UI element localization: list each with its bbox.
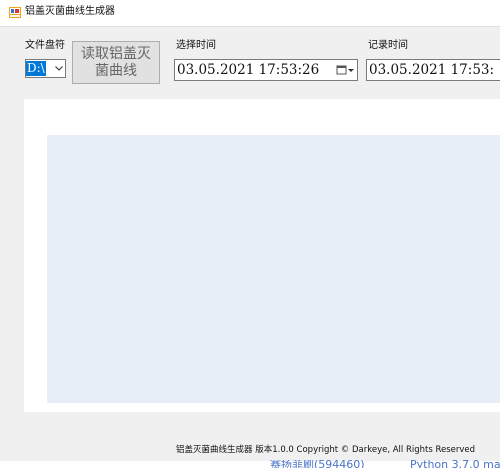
drive-label: 文件盘符 bbox=[25, 40, 65, 51]
title-bar: 铝盖灭菌曲线生成器 bbox=[0, 0, 500, 26]
record-time-value: 03.05.2021 17:53: bbox=[369, 62, 495, 78]
chart-plot-area bbox=[47, 135, 500, 403]
app-window: 铝盖灭菌曲线生成器 文件盘符 D:\ 读取铝盖灭菌曲线 选择时间 03.05.2… bbox=[0, 0, 500, 468]
record-time-label: 记录时间 bbox=[368, 40, 408, 51]
record-time-picker[interactable]: 03.05.2021 17:53: bbox=[366, 59, 500, 81]
read-curve-button[interactable]: 读取铝盖灭菌曲线 bbox=[72, 41, 160, 84]
drive-select-value: D:\ bbox=[26, 61, 46, 76]
footer-copyright: 铝盖灭菌曲线生成器 版本1.0.0 Copyright © Darkeye, A… bbox=[176, 445, 476, 455]
select-time-value: 03.05.2021 17:53:26 bbox=[177, 62, 320, 78]
calendar-dropdown-icon[interactable] bbox=[335, 63, 355, 77]
window-title: 铝盖灭菌曲线生成器 bbox=[25, 6, 115, 17]
select-time-picker[interactable]: 03.05.2021 17:53:26 bbox=[174, 59, 358, 81]
background-window-text-left: 赛扬菲刷(594460) bbox=[270, 460, 365, 468]
select-time-label: 选择时间 bbox=[176, 40, 216, 51]
background-window-text-right: Python 3.7.0 mac bbox=[410, 460, 500, 468]
chevron-down-icon[interactable] bbox=[53, 60, 65, 77]
drive-select[interactable]: D:\ bbox=[25, 59, 66, 78]
app-icon bbox=[9, 7, 21, 18]
